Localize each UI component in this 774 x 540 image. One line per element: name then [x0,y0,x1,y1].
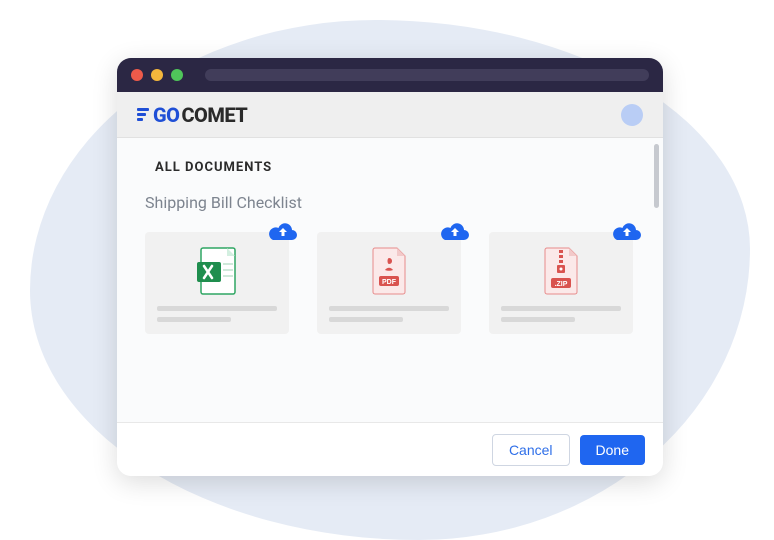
done-button[interactable]: Done [580,435,645,465]
excel-file-icon [195,246,239,296]
placeholder-line [329,317,403,322]
svg-text:.ZIP: .ZIP [555,281,568,288]
app-window: GOCOMET ALL DOCUMENTS Shipping Bill Chec… [117,58,663,476]
upload-cloud-icon[interactable] [611,220,643,244]
subtitle: Shipping Bill Checklist [145,193,635,212]
document-card-pdf[interactable]: PDF [317,232,461,334]
scrollbar[interactable] [654,144,659,208]
placeholder-line [501,317,575,322]
logo[interactable]: GOCOMET [137,103,247,127]
section-title: ALL DOCUMENTS [155,160,635,175]
cancel-button[interactable]: Cancel [492,434,570,466]
svg-text:PDF: PDF [382,279,397,286]
zip-file-icon: .ZIP [539,246,583,296]
maximize-icon[interactable] [171,69,183,81]
logo-text-comet: COMET [181,103,247,127]
header: GOCOMET [117,92,663,138]
document-card-excel[interactable] [145,232,289,334]
content: ALL DOCUMENTS Shipping Bill Checklist [117,138,663,422]
footer: Cancel Done [117,422,663,476]
logo-bars-icon [137,108,149,121]
minimize-icon[interactable] [151,69,163,81]
avatar[interactable] [621,104,643,126]
placeholder-line [157,306,277,311]
cards-row: PDF .ZIP [145,232,635,334]
pdf-file-icon: PDF [367,246,411,296]
placeholder-line [329,306,449,311]
logo-text-go: GO [153,103,179,127]
address-bar[interactable] [205,69,649,81]
placeholder-line [501,306,621,311]
placeholder-line [157,317,231,322]
upload-cloud-icon[interactable] [439,220,471,244]
close-icon[interactable] [131,69,143,81]
upload-cloud-icon[interactable] [267,220,299,244]
titlebar [117,58,663,92]
document-card-zip[interactable]: .ZIP [489,232,633,334]
